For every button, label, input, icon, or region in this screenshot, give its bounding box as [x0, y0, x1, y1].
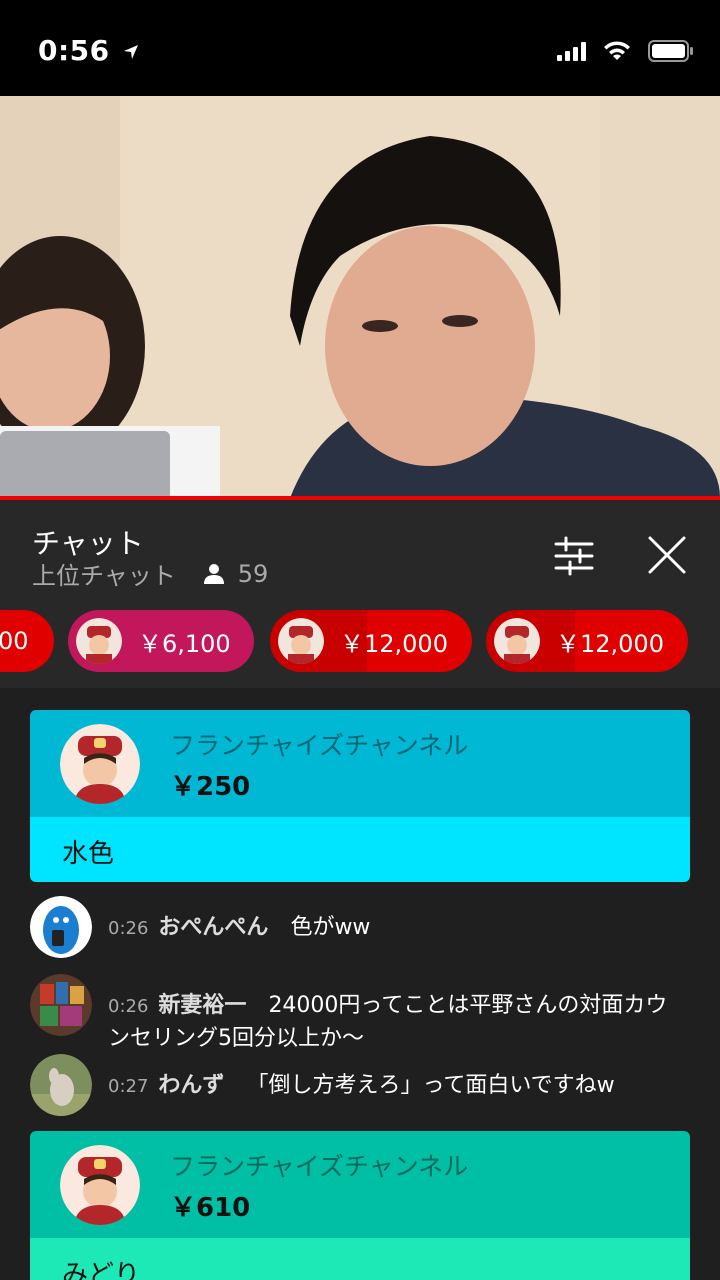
avatar [30, 974, 92, 1036]
super-chat-card[interactable]: フランチャイズチャンネル ￥610 みどり [30, 1131, 690, 1280]
super-chat-author: フランチャイズチャンネル [170, 731, 469, 760]
cellular-signal-icon [557, 41, 586, 61]
message-author[interactable]: わんず [158, 1073, 224, 1098]
super-chat-amount: ￥250 [170, 772, 251, 802]
avatar [76, 618, 122, 664]
message-time: 0:26 [108, 996, 149, 1017]
super-chat-author: フランチャイズチャンネル [170, 1152, 469, 1181]
message-author[interactable]: おぺんぺん [158, 915, 268, 940]
message-text: 「倒し方考えろ」って面白いですねw [246, 1073, 615, 1098]
ticker-item[interactable]: ￥12,000 [486, 610, 688, 672]
chat-mode-selector[interactable]: 上位チャット 59 [32, 556, 268, 591]
video-player[interactable] [0, 96, 720, 498]
ticker-item[interactable]: ￥6,100 [68, 610, 254, 672]
status-icons [557, 40, 694, 62]
ticker-amount: 00 [0, 627, 29, 655]
status-bar: 0:56 [0, 0, 720, 96]
super-chat-message: 水色 [62, 839, 115, 869]
super-chat-message: みどり [62, 1260, 141, 1280]
message-time: 0:26 [108, 918, 149, 939]
chat-mode-label: 上位チャット [32, 562, 176, 590]
ticker-item[interactable]: ￥12,000 [270, 610, 472, 672]
close-icon[interactable] [644, 532, 690, 578]
avatar [278, 618, 324, 664]
avatar [60, 1145, 140, 1225]
ticker-amount: ￥12,000 [556, 629, 664, 658]
viewer-count: 59 [237, 559, 269, 588]
super-chat-card[interactable]: フランチャイズチャンネル ￥250 水色 [30, 710, 690, 882]
ticker-amount: ￥12,000 [340, 629, 448, 658]
chat-header: チャット 上位チャット 59 00 ￥6,100 ￥12,000 ￥12,000 [0, 500, 720, 688]
message-time: 0:27 [108, 1076, 149, 1097]
ticker-amount: ￥6,100 [138, 629, 231, 658]
avatar [30, 896, 92, 958]
tune-icon[interactable] [552, 534, 596, 578]
avatar [494, 618, 540, 664]
super-chat-amount: ￥610 [170, 1193, 251, 1223]
chat-messages[interactable]: フランチャイズチャンネル ￥250 水色 0:26 おぺんぺん 色がww 0:2… [0, 688, 720, 1280]
location-arrow-icon [123, 45, 138, 59]
super-chat-ticker: 00 ￥6,100 ￥12,000 ￥12,000 [0, 610, 720, 672]
wifi-icon [604, 41, 630, 60]
status-time: 0:56 [38, 34, 140, 67]
battery-icon [648, 40, 693, 62]
message-author[interactable]: 新妻裕一 [158, 993, 246, 1018]
avatar [60, 724, 140, 804]
avatar [30, 1054, 92, 1116]
message-text: 色がww [290, 915, 371, 940]
person-icon [203, 563, 224, 584]
video-frame [0, 96, 720, 498]
ticker-item[interactable]: 00 [0, 610, 54, 672]
